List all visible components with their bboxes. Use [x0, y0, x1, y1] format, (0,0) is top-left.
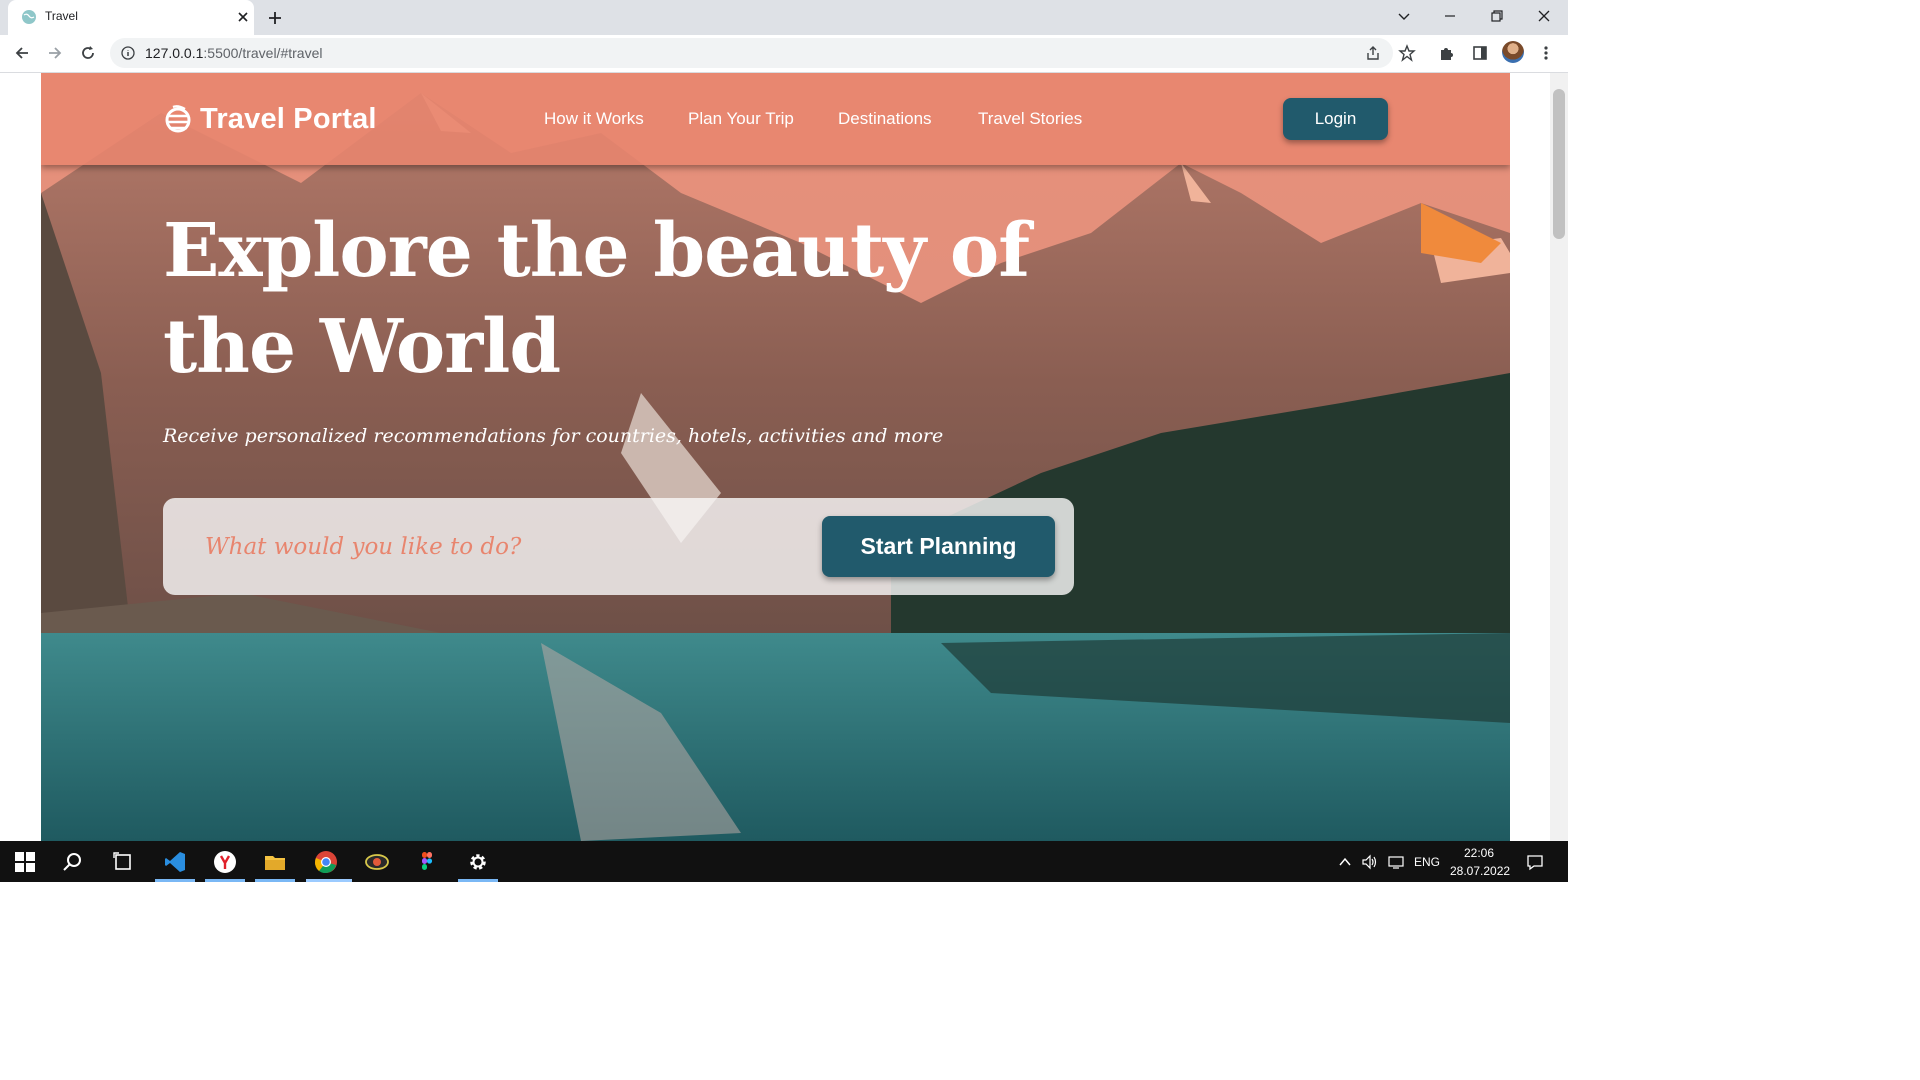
- page-viewport: Travel Portal How it Works Plan Your Tri…: [0, 73, 1550, 841]
- page-scrollbar[interactable]: [1550, 73, 1568, 841]
- volume-icon[interactable]: [1361, 854, 1379, 870]
- start-planning-button[interactable]: Start Planning: [822, 516, 1055, 577]
- search-icon[interactable]: [60, 849, 86, 875]
- file-explorer-icon[interactable]: [262, 849, 288, 875]
- hero-section: Travel Portal How it Works Plan Your Tri…: [41, 73, 1510, 841]
- url-host: 127.0.0.1: [145, 45, 204, 61]
- tab-title: Travel: [45, 9, 78, 23]
- clock-time[interactable]: 22:06: [1464, 846, 1494, 860]
- site-navbar: Travel Portal How it Works Plan Your Tri…: [41, 73, 1510, 165]
- figma-icon[interactable]: [414, 849, 440, 875]
- browser-toolbar: 127.0.0.1:5500/travel/#travel: [0, 35, 1568, 73]
- close-tab-icon[interactable]: [236, 10, 250, 24]
- windows-start-icon[interactable]: [12, 849, 38, 875]
- new-tab-icon[interactable]: [266, 9, 284, 27]
- login-button[interactable]: Login: [1283, 98, 1388, 140]
- back-arrow-icon[interactable]: [13, 44, 31, 62]
- notifications-icon[interactable]: [1526, 853, 1544, 871]
- scrollbar-thumb[interactable]: [1553, 89, 1565, 239]
- close-window-icon[interactable]: [1536, 8, 1552, 24]
- task-view-icon[interactable]: [110, 849, 136, 875]
- nav-link-travel-stories[interactable]: Travel Stories: [978, 109, 1082, 129]
- browser-tab-strip: Travel: [0, 0, 1568, 35]
- yandex-active-indicator: [205, 879, 245, 882]
- globe-favicon-icon: [22, 10, 36, 24]
- vscode-icon[interactable]: [162, 849, 188, 875]
- mountain-lake-background-image: [41, 73, 1510, 841]
- search-input[interactable]: [203, 528, 807, 566]
- color-picker-app-icon[interactable]: [364, 849, 390, 875]
- brand-name: Travel Portal: [200, 102, 377, 135]
- extensions-puzzle-icon[interactable]: [1438, 44, 1456, 62]
- nav-link-destinations[interactable]: Destinations: [838, 109, 932, 129]
- vscode-active-indicator: [155, 879, 195, 882]
- bookmark-star-icon[interactable]: [1398, 44, 1416, 62]
- brand-logo[interactable]: Travel Portal: [163, 101, 377, 137]
- minimize-icon[interactable]: [1442, 8, 1458, 24]
- reload-icon[interactable]: [79, 44, 97, 62]
- browser-tab[interactable]: Travel: [8, 0, 254, 35]
- nav-link-plan-your-trip[interactable]: Plan Your Trip: [688, 109, 794, 129]
- tab-search-chevron-icon[interactable]: [1396, 8, 1412, 24]
- settings-gear-icon[interactable]: [465, 849, 491, 875]
- os-taskbar: ENG 22:06 28.07.2022: [0, 841, 1568, 882]
- profile-avatar[interactable]: [1502, 41, 1524, 63]
- forward-arrow-icon[interactable]: [46, 44, 64, 62]
- hero-headline: Explore the beauty of the World: [163, 203, 1043, 395]
- site-info-icon[interactable]: [121, 46, 135, 60]
- share-icon[interactable]: [1365, 45, 1381, 61]
- address-bar[interactable]: 127.0.0.1:5500/travel/#travel: [110, 38, 1393, 68]
- side-panel-icon[interactable]: [1471, 44, 1489, 62]
- nav-link-how-it-works[interactable]: How it Works: [544, 109, 644, 129]
- globe-logo-icon: [165, 105, 191, 133]
- url-text[interactable]: 127.0.0.1:5500/travel/#travel: [145, 45, 322, 61]
- search-panel: Start Planning: [163, 498, 1074, 595]
- clock-date[interactable]: 28.07.2022: [1450, 864, 1510, 878]
- language-indicator[interactable]: ENG: [1414, 855, 1440, 869]
- hero-headline-line2: the World: [163, 304, 561, 390]
- restore-icon[interactable]: [1489, 8, 1505, 24]
- settings-active-indicator: [458, 879, 498, 882]
- explorer-active-indicator: [255, 879, 295, 882]
- url-path: :5500/travel/#travel: [203, 45, 323, 61]
- tray-expand-chevron-icon[interactable]: [1338, 855, 1352, 869]
- chrome-icon[interactable]: [313, 849, 339, 875]
- chrome-active-indicator: [306, 879, 352, 882]
- yandex-browser-icon[interactable]: [212, 849, 238, 875]
- hero-headline-line1: Explore the beauty of: [163, 208, 1030, 294]
- menu-kebab-icon[interactable]: [1537, 44, 1555, 62]
- hero-subtitle: Receive personalized recommendations for…: [163, 425, 944, 447]
- network-icon[interactable]: [1387, 854, 1405, 870]
